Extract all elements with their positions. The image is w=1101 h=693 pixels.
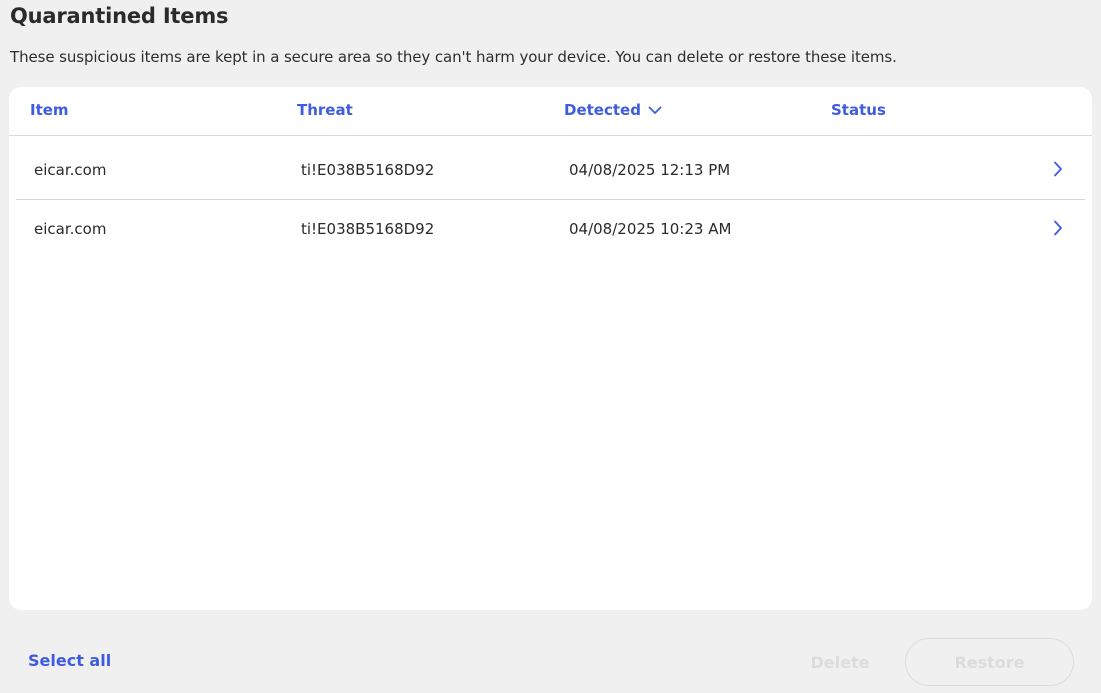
chevron-right-icon[interactable] — [1053, 161, 1063, 181]
threat-name: ti!E038B5168D92 — [301, 161, 435, 179]
table-row[interactable]: eicar.com ti!E038B5168D92 04/08/2025 10:… — [16, 200, 1085, 259]
quarantine-page: Quarantined Items These suspicious items… — [0, 0, 1101, 693]
column-header-detected-label: Detected — [564, 101, 641, 119]
chevron-down-icon — [648, 101, 662, 119]
quarantine-table: Item Threat Detected Status eicar.com ti… — [9, 87, 1092, 610]
chevron-right-icon[interactable] — [1053, 220, 1063, 240]
page-title: Quarantined Items — [10, 4, 229, 28]
column-header-item[interactable]: Item — [30, 101, 69, 119]
column-header-status[interactable]: Status — [831, 101, 886, 119]
table-header: Item Threat Detected Status — [9, 87, 1092, 136]
detected-time: 04/08/2025 12:13 PM — [569, 161, 731, 179]
delete-button[interactable]: Delete — [792, 639, 888, 685]
select-all-link[interactable]: Select all — [28, 651, 111, 670]
table-row[interactable]: eicar.com ti!E038B5168D92 04/08/2025 12:… — [16, 141, 1085, 200]
page-description: These suspicious items are kept in a sec… — [10, 48, 897, 66]
item-name: eicar.com — [34, 161, 107, 179]
column-header-threat[interactable]: Threat — [297, 101, 353, 119]
restore-button[interactable]: Restore — [905, 638, 1074, 686]
item-name: eicar.com — [34, 220, 107, 238]
detected-time: 04/08/2025 10:23 AM — [569, 220, 732, 238]
column-header-detected[interactable]: Detected — [564, 101, 662, 119]
threat-name: ti!E038B5168D92 — [301, 220, 435, 238]
